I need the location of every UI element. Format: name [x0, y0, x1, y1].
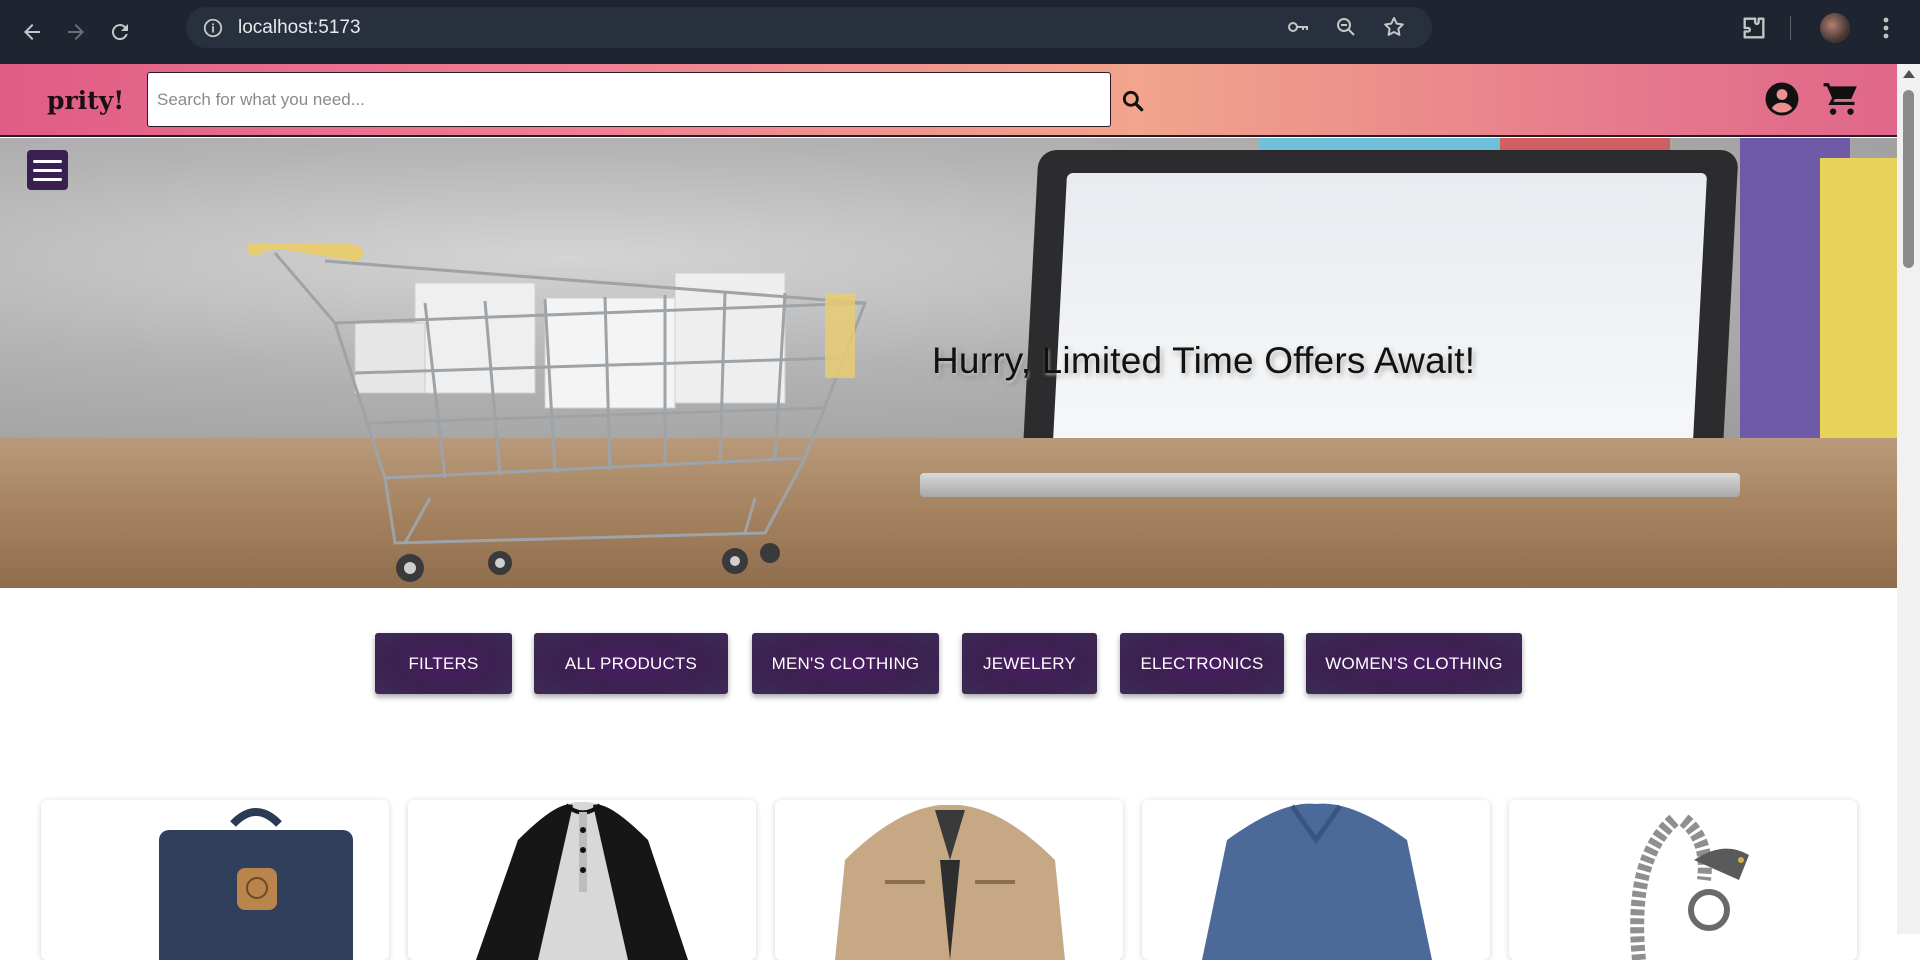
laptop-base	[920, 473, 1740, 497]
electronics-button[interactable]: ELECTRONICS	[1120, 633, 1284, 694]
hero-decor	[1820, 158, 1897, 468]
address-bar[interactable]: localhost:5173	[186, 7, 1432, 48]
laptop-screen	[1052, 173, 1708, 443]
category-bar: FILTERS ALL PRODUCTS MEN'S CLOTHING JEWE…	[0, 633, 1897, 695]
url-text: localhost:5173	[238, 16, 361, 38]
menu-button[interactable]	[27, 150, 68, 190]
mens-clothing-button[interactable]: MEN'S CLOTHING	[752, 633, 939, 694]
forward-button[interactable]	[54, 10, 98, 54]
hamburger-icon	[33, 177, 62, 181]
filters-button[interactable]: FILTERS	[375, 633, 512, 694]
reload-icon	[111, 24, 128, 41]
zoom-icon[interactable]	[1334, 15, 1358, 39]
reload-button[interactable]	[98, 10, 142, 54]
arrow-left-icon	[24, 24, 40, 40]
kebab-menu-icon[interactable]	[1876, 14, 1896, 42]
star-icon[interactable]	[1382, 15, 1406, 39]
cart-icon[interactable]	[1822, 80, 1860, 118]
browser-toolbar: localhost:5173	[0, 0, 1920, 64]
scroll-up-icon[interactable]	[1903, 70, 1915, 78]
puzzle-icon[interactable]	[1740, 14, 1768, 42]
site-logo[interactable]: prity!	[47, 86, 124, 115]
hero-banner: Hurry, Limited Time Offers Await!	[0, 138, 1897, 588]
site-header: prity!	[0, 64, 1897, 137]
avatar[interactable]	[1820, 13, 1850, 43]
dragon-bracelet-image	[1630, 814, 1749, 960]
product-card[interactable]	[1509, 800, 1857, 960]
hamburger-icon	[33, 159, 62, 163]
product-card[interactable]	[41, 800, 389, 960]
hamburger-icon	[33, 168, 62, 172]
all-products-button[interactable]: ALL PRODUCTS	[534, 633, 728, 694]
jacket-image	[835, 805, 1065, 960]
info-icon[interactable]	[198, 13, 228, 43]
toolbar-divider	[1790, 16, 1791, 40]
hero-headline: Hurry, Limited Time Offers Await!	[932, 340, 1476, 381]
shopping-cart-image	[247, 243, 868, 582]
backpack-image	[159, 808, 353, 960]
back-button[interactable]	[10, 10, 54, 54]
key-icon[interactable]	[1286, 15, 1310, 39]
search-icon[interactable]	[1120, 88, 1146, 114]
search-input[interactable]	[157, 89, 1110, 110]
search-box[interactable]	[147, 72, 1111, 127]
arrow-right-icon	[68, 24, 84, 40]
product-card[interactable]	[1142, 800, 1490, 960]
henley-shirt-image	[476, 801, 688, 960]
product-card[interactable]	[408, 800, 756, 960]
account-icon[interactable]	[1764, 81, 1800, 117]
product-card[interactable]	[775, 800, 1123, 960]
scrollbar-thumb[interactable]	[1903, 90, 1914, 268]
womens-clothing-button[interactable]: WOMEN'S CLOTHING	[1306, 633, 1522, 694]
long-sleeve-tee-image	[1202, 803, 1432, 960]
jewelery-button[interactable]: JEWELERY	[962, 633, 1097, 694]
page-scrollbar[interactable]	[1897, 64, 1920, 934]
